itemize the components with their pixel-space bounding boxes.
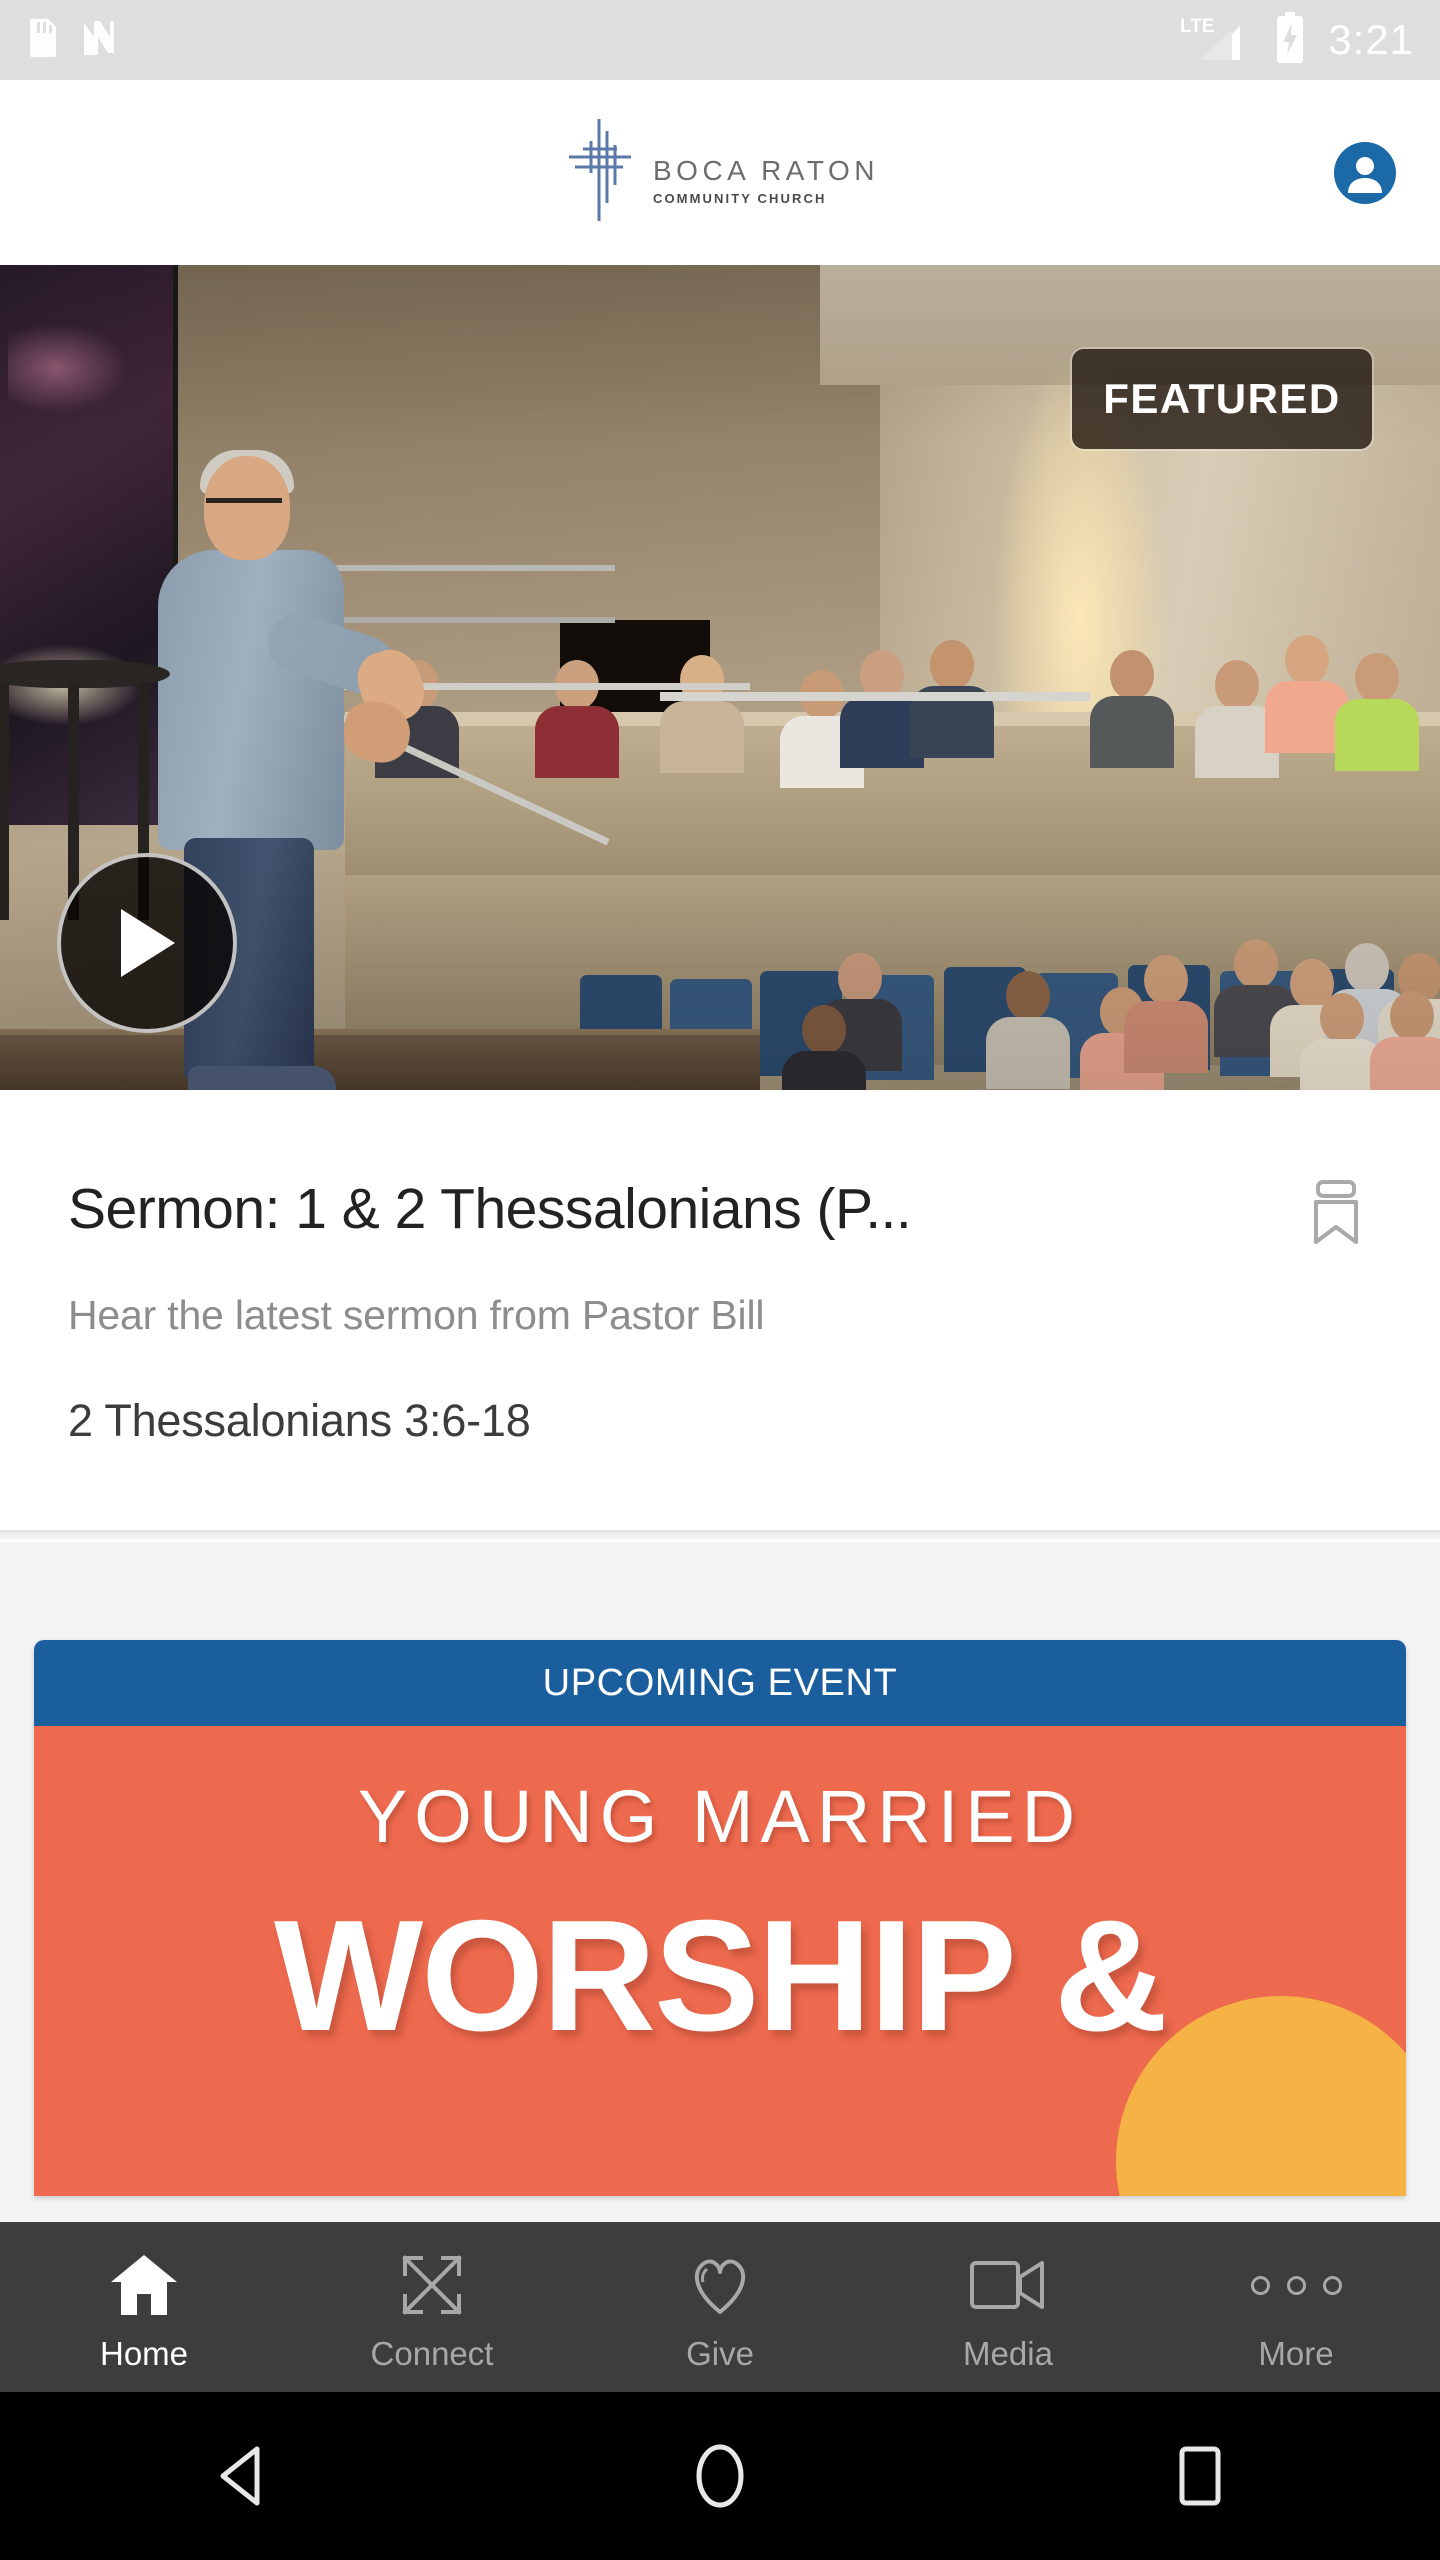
video-camera-icon [968,2249,1048,2321]
nav-label-give: Give [686,2335,754,2372]
play-icon[interactable] [57,853,237,1033]
nav-label-home: Home [99,2335,189,2372]
nav-item-media[interactable]: Media [864,2222,1152,2392]
church-logo[interactable]: BOCA RATON COMMUNITY CHURCH [561,111,879,234]
sermon-subtitle: Hear the latest sermon from Pastor Bill [68,1292,765,1338]
sd-card-icon [26,18,56,62]
status-bar: LTE 3:21 [0,0,1440,80]
account-avatar-icon[interactable] [1334,141,1396,204]
app-screen: LTE 3:21 BOCA RATON COMMUNITY CHURCH FEA… [0,0,1440,2560]
home-icon [108,2249,180,2321]
sermon-title-row: Sermon: 1 & 2 Thessalonians (P... [68,1090,1372,1248]
app-header: BOCA RATON COMMUNITY CHURCH [0,80,1440,265]
nav-label-connect: Connect [370,2335,494,2372]
connect-icon [399,2249,465,2321]
bookmark-icon[interactable] [1300,1176,1372,1248]
recents-square-icon[interactable] [1110,2426,1290,2526]
nav-item-home[interactable]: Home [0,2222,288,2392]
featured-badge-label: FEATURED [1103,375,1341,422]
logo-wordmark: BOCA RATON COMMUNITY CHURCH [653,141,879,205]
featured-badge: FEATURED [1072,349,1372,449]
more-dots-icon [1250,2249,1342,2321]
nav-label-media: Media [963,2335,1053,2372]
logo-name: BOCA RATON [652,154,879,186]
heart-icon [687,2249,753,2321]
status-bar-clock: 3:21 [1328,16,1414,63]
section-divider [0,1530,1440,1542]
featured-sermon-hero[interactable]: FEATURED [0,265,1440,1090]
home-circle-icon[interactable] [630,2426,810,2526]
sermon-scripture-reference: 2 Thessalonians 3:6-18 [68,1395,531,1446]
upcoming-event-section: UPCOMING EVENT YOUNG MARRIED WORSHIP & [0,1542,1440,2222]
poster-line-2: WORSHIP & [273,1888,1168,2064]
sermon-info-card[interactable]: Sermon: 1 & 2 Thessalonians (P... Hear t… [0,1090,1440,1530]
battery-charging-icon [1274,11,1306,69]
nav-item-connect[interactable]: Connect [288,2222,576,2392]
status-bar-left-icons [26,18,116,62]
status-bar-right-icons: LTE 3:21 [1178,11,1414,69]
cross-icon [561,111,639,234]
nav-item-give[interactable]: Give [576,2222,864,2392]
lte-signal-icon: LTE [1178,12,1252,69]
event-poster-image: YOUNG MARRIED WORSHIP & [34,1726,1406,2196]
poster-line-1: YOUNG MARRIED [357,1775,1083,1858]
svg-text:LTE: LTE [1180,16,1214,37]
nav-item-more[interactable]: More [1152,2222,1440,2392]
nav-label-more: More [1258,2335,1334,2372]
event-banner-label: UPCOMING EVENT [542,1661,898,1704]
android-system-navigation [0,2392,1440,2560]
page-title: Sermon: 1 & 2 Thessalonians (P... [68,1177,912,1241]
nfc-icon [82,19,116,62]
logo-tagline: COMMUNITY CHURCH [652,190,827,206]
event-banner: UPCOMING EVENT [34,1640,1406,1726]
event-card[interactable]: UPCOMING EVENT YOUNG MARRIED WORSHIP & [34,1640,1406,2196]
back-triangle-icon[interactable] [150,2426,330,2526]
bottom-navigation-bar: Home Connect Give Media More [0,2222,1440,2392]
